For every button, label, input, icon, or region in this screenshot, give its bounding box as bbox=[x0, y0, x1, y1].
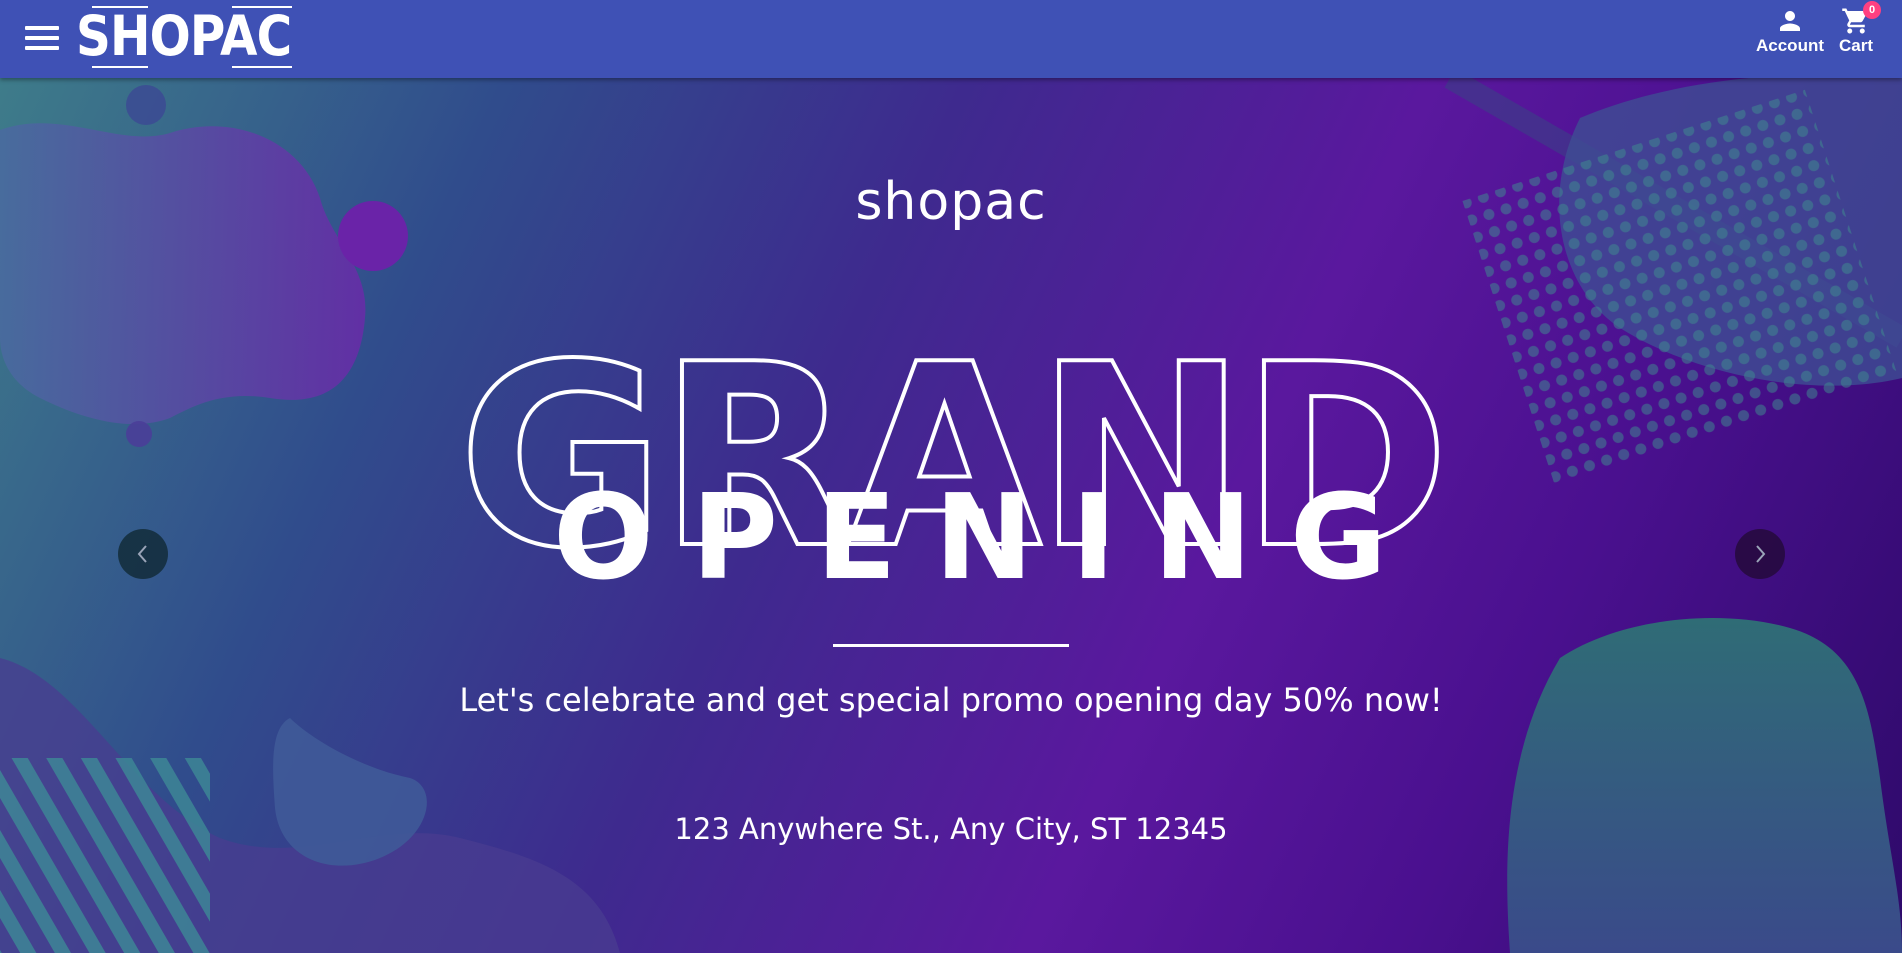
cart-count-badge: 0 bbox=[1863, 1, 1881, 19]
logo-text: SHOPAC bbox=[76, 4, 292, 68]
logo-decoration-top-right bbox=[232, 6, 292, 8]
logo-decoration-bottom-right bbox=[232, 66, 292, 68]
logo-decoration-bottom-left bbox=[92, 66, 148, 68]
cart-button[interactable]: 0 Cart bbox=[1836, 1, 1881, 62]
hero-address: 123 Anywhere St., Any City, ST 12345 bbox=[674, 812, 1228, 846]
hero-brand: shopac bbox=[855, 172, 1047, 232]
hero-subheadline-opening: OPENING bbox=[553, 468, 1425, 606]
account-label: Account bbox=[1756, 36, 1824, 55]
cart-label: Cart bbox=[1838, 36, 1873, 55]
hamburger-menu-icon[interactable] bbox=[23, 24, 61, 52]
account-button[interactable]: Account bbox=[1756, 6, 1824, 62]
carousel-next-button[interactable] bbox=[1735, 529, 1785, 579]
carousel-prev-button[interactable] bbox=[118, 529, 168, 579]
person-icon bbox=[1780, 11, 1800, 31]
chevron-right-icon bbox=[1756, 545, 1766, 563]
top-navbar: SHOPAC Account 0 Cart bbox=[0, 0, 1902, 78]
logo-decoration-top-left bbox=[92, 6, 148, 8]
hero-carousel: shopac GRAND OPENING Let's celebrate and… bbox=[0, 78, 1902, 953]
hero-slide: shopac GRAND OPENING Let's celebrate and… bbox=[0, 78, 1902, 953]
chevron-left-icon bbox=[137, 545, 147, 563]
hero-divider bbox=[833, 644, 1069, 647]
hero-promo-text: Let's celebrate and get special promo op… bbox=[459, 681, 1443, 719]
shopac-logo[interactable]: SHOPAC bbox=[76, 4, 292, 68]
